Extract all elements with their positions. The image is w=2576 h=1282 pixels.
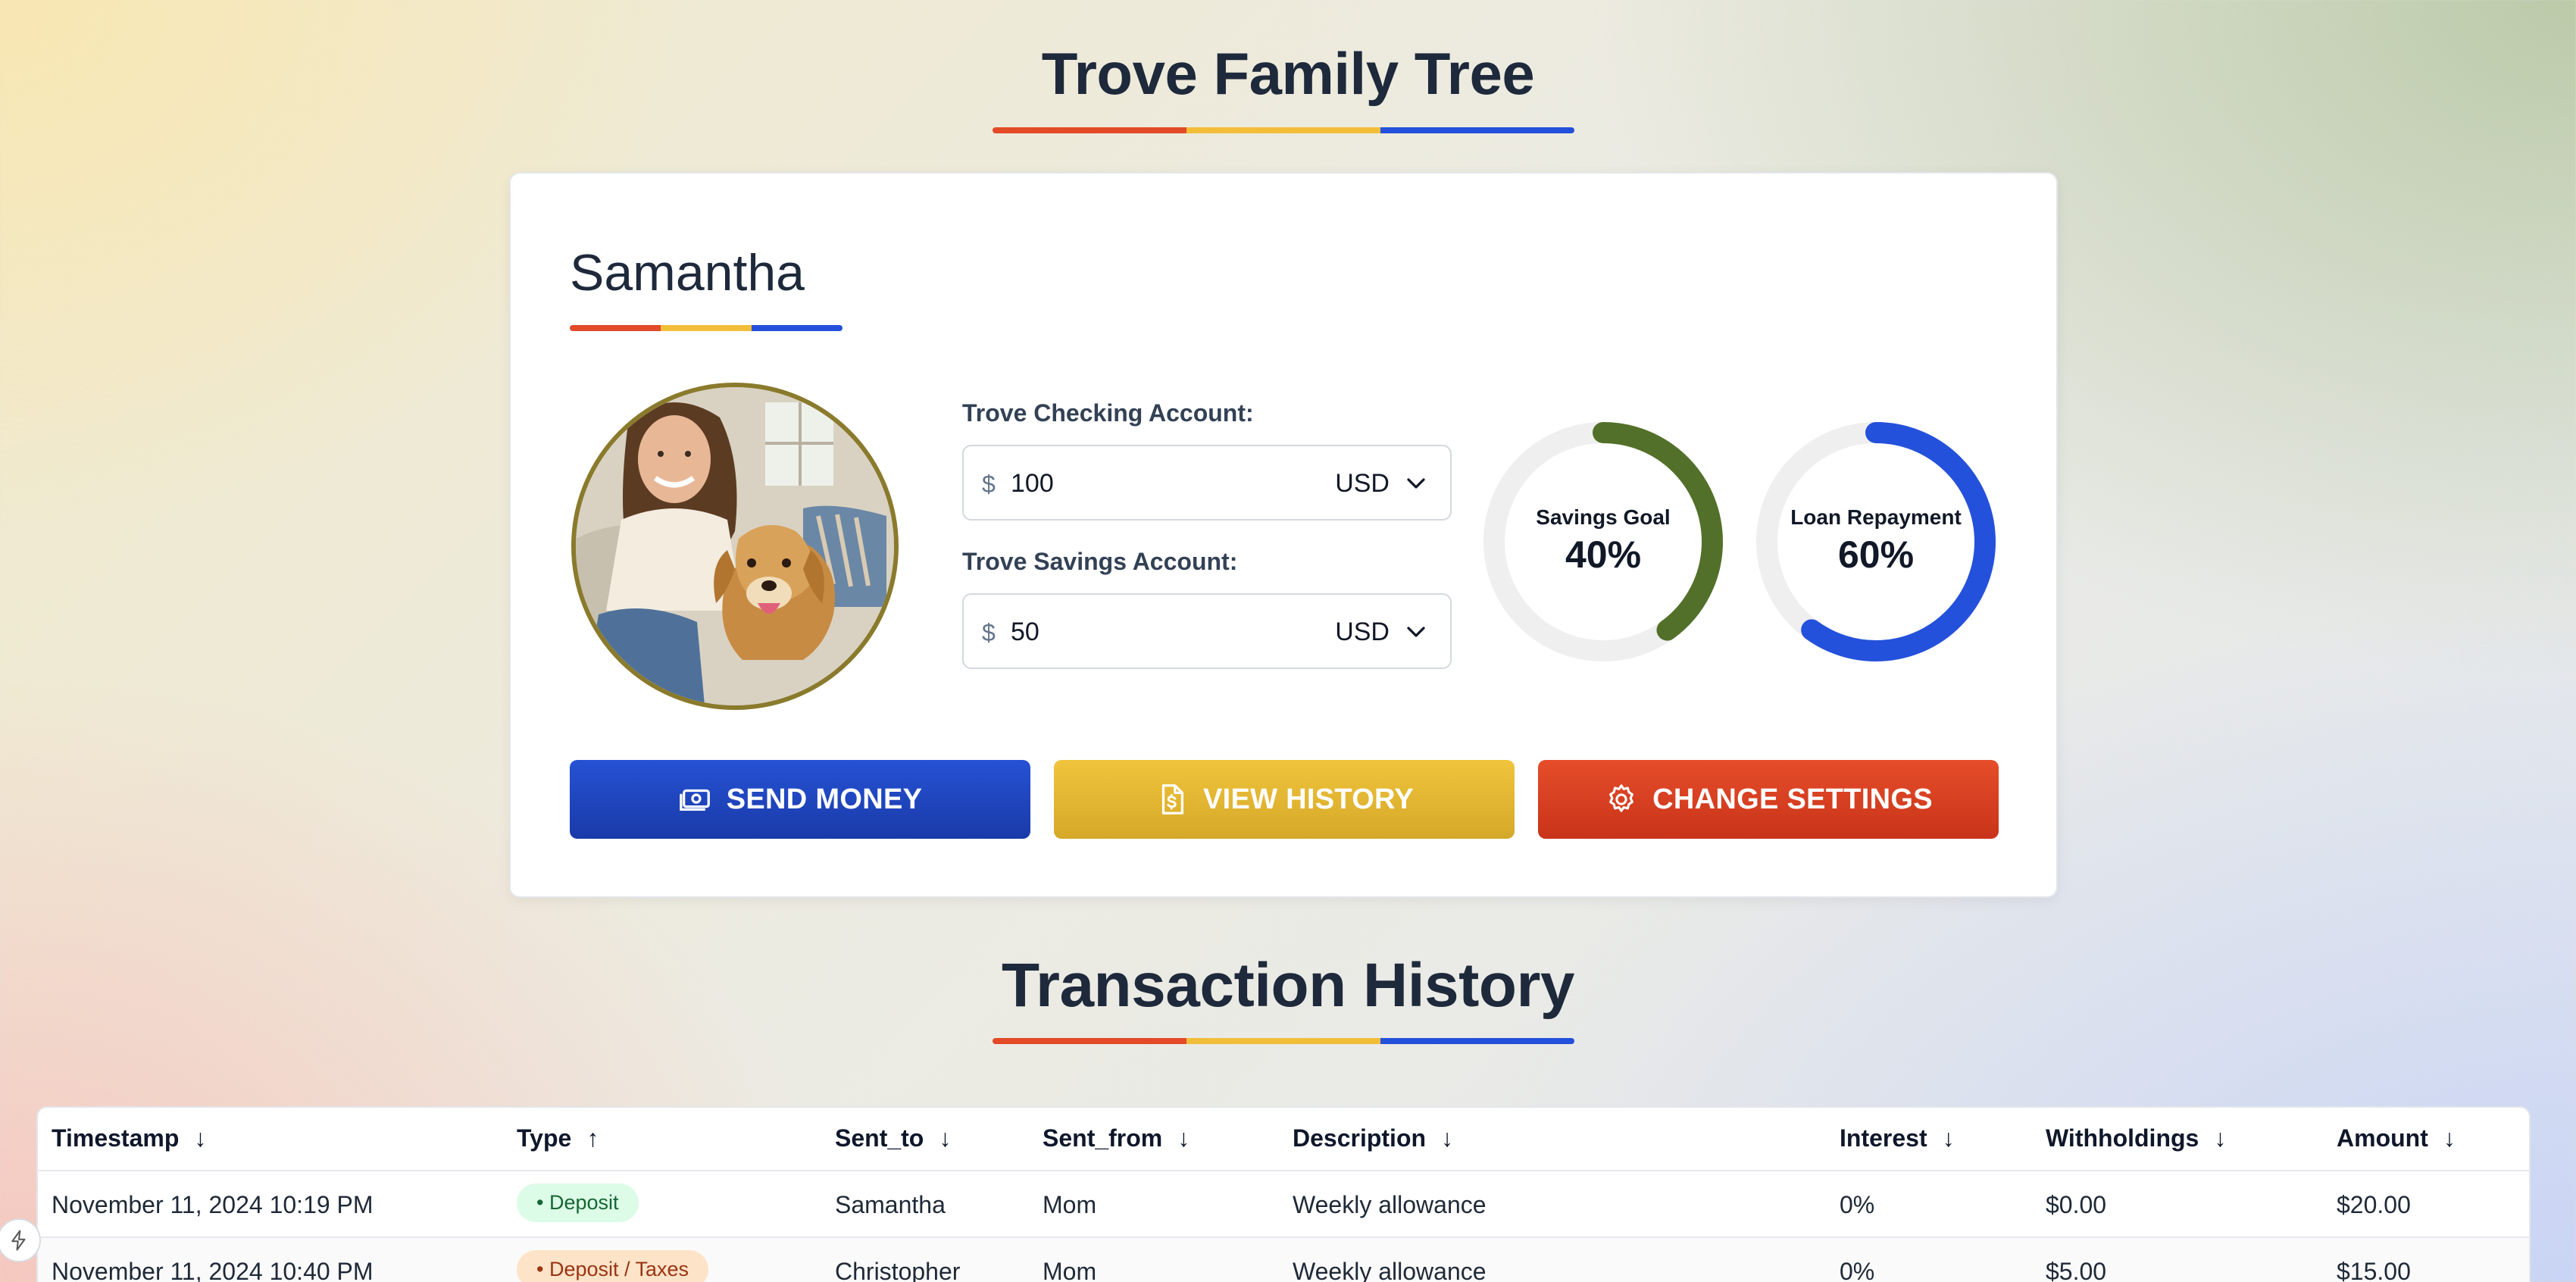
cell-description: Weekly allowance xyxy=(1293,1191,1487,1218)
change-settings-button[interactable]: CHANGE SETTINGS xyxy=(1538,760,1999,839)
title-underline xyxy=(993,127,1574,133)
member-name-underline xyxy=(570,325,843,331)
type-badge: • Deposit / Taxes xyxy=(517,1250,709,1282)
cell-amount: $20.00 xyxy=(2337,1191,2411,1218)
table-row xyxy=(38,1238,2529,1282)
document-dollar-icon xyxy=(1161,784,1183,815)
column-header-interest[interactable]: Interest ↓ xyxy=(1840,1124,1955,1152)
column-header-type[interactable]: Type ↑ xyxy=(517,1124,599,1152)
column-header-withholdings[interactable]: Withholdings ↓ xyxy=(2046,1124,2226,1152)
savings-amount-input[interactable]: 50 xyxy=(1011,618,1039,647)
type-badge: • Deposit xyxy=(517,1184,639,1222)
column-header-description[interactable]: Description ↓ xyxy=(1293,1124,1453,1152)
cell-timestamp: November 11, 2024 10:19 PM xyxy=(52,1191,374,1218)
sort-arrow-icon[interactable]: ↓ xyxy=(2214,1124,2226,1152)
column-header-sent-from[interactable]: Sent_from ↓ xyxy=(1043,1124,1190,1152)
cell-sent-from: Mom xyxy=(1043,1258,1097,1282)
column-header-amount[interactable]: Amount ↓ xyxy=(2337,1124,2456,1152)
chevron-down-icon[interactable] xyxy=(1405,472,1427,495)
savings-currency-select[interactable]: USD xyxy=(1335,618,1390,647)
gear-icon xyxy=(1609,784,1634,812)
cell-withholdings: $0.00 xyxy=(2046,1191,2107,1218)
transaction-title-underline xyxy=(993,1038,1574,1044)
lightning-icon[interactable] xyxy=(0,1218,41,1262)
checking-currency-select[interactable]: USD xyxy=(1335,469,1390,499)
view-history-label: VIEW HISTORY xyxy=(1202,783,1415,815)
savings-field[interactable]: $ 50 USD xyxy=(962,593,1452,669)
checking-field[interactable]: $ 100 USD xyxy=(962,445,1452,521)
checking-label: Trove Checking Account: xyxy=(962,399,1254,427)
savings-goal-label: Savings Goal xyxy=(1536,505,1671,529)
loan-repayment-value: 60% xyxy=(1837,533,1915,576)
avatar-image xyxy=(576,387,894,705)
cell-timestamp: November 11, 2024 10:40 PM xyxy=(52,1258,374,1282)
avatar xyxy=(571,383,899,710)
cell-sent-from: Mom xyxy=(1043,1191,1097,1218)
checking-amount-input[interactable]: 100 xyxy=(1011,469,1054,499)
header-divider xyxy=(38,1170,2529,1171)
sort-arrow-icon[interactable]: ↑ xyxy=(586,1124,599,1152)
send-money-button[interactable]: SEND MONEY xyxy=(570,760,1030,839)
page-title: Trove Family Tree xyxy=(1041,40,1535,107)
member-card: Samantha Trove Checking Account: $ 100 U… xyxy=(509,172,2058,898)
bolt-icon xyxy=(11,1230,26,1251)
cell-interest: 0% xyxy=(1840,1258,1875,1282)
savings-currency-symbol: $ xyxy=(982,619,996,646)
cell-sent-to: Christopher xyxy=(835,1258,961,1282)
loan-repayment-ring: Loan Repayment 60% xyxy=(1753,419,1999,664)
send-money-label: SEND MONEY xyxy=(726,783,923,815)
member-name: Samantha xyxy=(570,244,805,302)
view-history-button[interactable]: VIEW HISTORY xyxy=(1054,760,1515,839)
checking-currency-symbol: $ xyxy=(982,471,996,498)
savings-goal-value: 40% xyxy=(1565,533,1642,576)
column-header-timestamp[interactable]: Timestamp ↓ xyxy=(52,1124,206,1152)
loan-repayment-label: Loan Repayment xyxy=(1790,505,1962,529)
savings-label: Trove Savings Account: xyxy=(962,548,1238,575)
cell-interest: 0% xyxy=(1840,1191,1875,1218)
sort-arrow-icon[interactable]: ↓ xyxy=(1441,1124,1453,1152)
cell-withholdings: $5.00 xyxy=(2046,1258,2107,1282)
money-icon xyxy=(679,789,710,811)
transaction-table: Timestamp ↓ Type ↑ Sent_to ↓ Sent_from ↓ Des… xyxy=(36,1106,2531,1282)
cell-description: Weekly allowance xyxy=(1293,1258,1487,1282)
sort-arrow-icon[interactable]: ↓ xyxy=(939,1124,951,1152)
chevron-down-icon[interactable] xyxy=(1405,621,1427,643)
sort-arrow-icon[interactable]: ↓ xyxy=(1177,1124,1190,1152)
sort-arrow-icon[interactable]: ↓ xyxy=(194,1124,206,1152)
column-header-sent-to[interactable]: Sent_to ↓ xyxy=(835,1124,951,1152)
cell-amount: $15.00 xyxy=(2337,1258,2411,1282)
savings-goal-ring: Savings Goal 40% xyxy=(1480,419,1726,664)
cell-sent-to: Samantha xyxy=(835,1191,946,1218)
change-settings-label: CHANGE SETTINGS xyxy=(1652,783,1933,815)
transaction-history-title: Transaction History xyxy=(1001,951,1575,1020)
sort-arrow-icon[interactable]: ↓ xyxy=(2443,1124,2456,1152)
sort-arrow-icon[interactable]: ↓ xyxy=(1943,1124,1955,1152)
